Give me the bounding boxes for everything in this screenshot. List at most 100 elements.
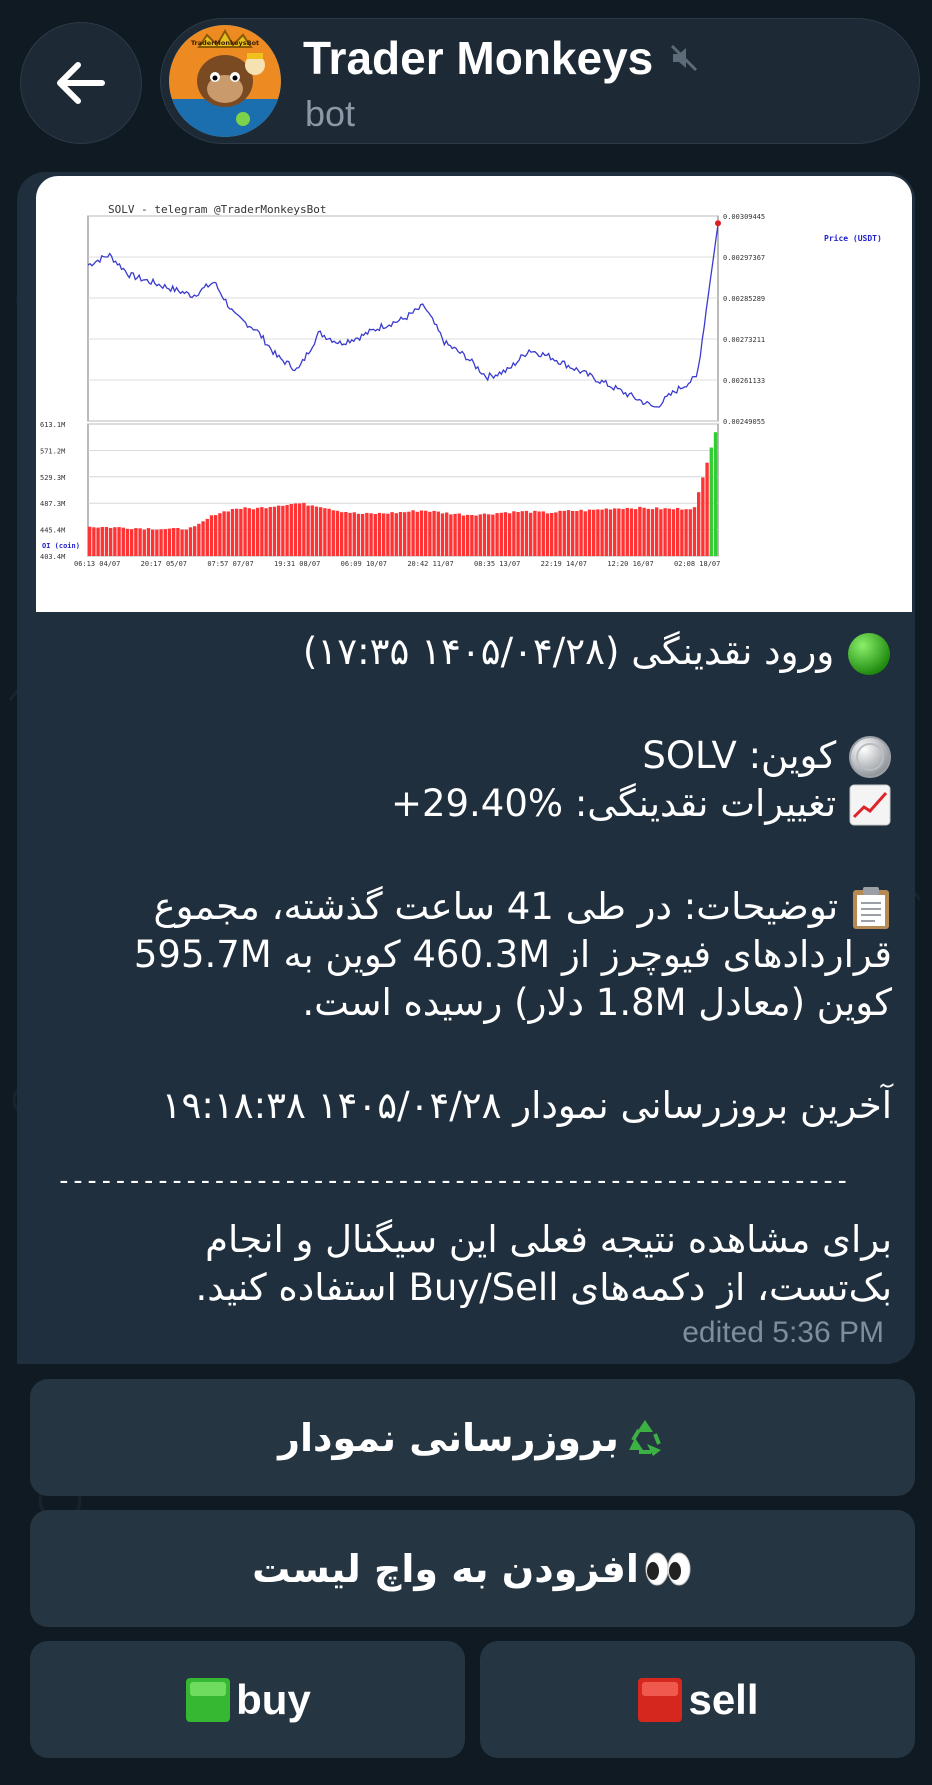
monkey-avatar-image: TraderMonkeysBot	[169, 25, 281, 137]
bot-avatar[interactable]: TraderMonkeysBot	[169, 25, 281, 137]
edited-timestamp: edited 5:36 PM	[682, 1316, 884, 1349]
oi-bar	[117, 527, 121, 556]
sell-label: sell	[688, 1675, 759, 1723]
oi-bar	[613, 508, 617, 556]
oi-bar	[235, 508, 239, 556]
oi-bar	[634, 509, 638, 556]
price-axis-ticks: 0.00309445 0.00297367 0.00285289 0.00273211…	[723, 213, 765, 426]
change-text: تغییرات نقدینگی: %29.40+	[390, 781, 837, 825]
oi-bar	[314, 506, 319, 556]
buy-button[interactable]: buy	[30, 1641, 465, 1758]
recycle-icon	[628, 1419, 661, 1456]
oi-bar	[709, 447, 713, 556]
oi-bar	[583, 511, 587, 556]
oi-bar	[193, 526, 197, 556]
x-tick-label: 20:42 11/07	[407, 560, 453, 568]
chart-image[interactable]: SOLV - telegram @TraderMonkeysBot Price …	[36, 176, 912, 612]
oi-bar	[533, 510, 537, 556]
price-tick-label: 0.00309445	[723, 213, 765, 221]
oi-bar	[369, 513, 373, 556]
price-legend: Price (USDT)	[824, 233, 882, 243]
oi-bar	[587, 509, 592, 556]
oi-bar	[331, 510, 335, 556]
add-to-watchlist-label: افزودن به واچ لیست	[252, 1546, 639, 1591]
x-tick-label: 12:20 16/07	[607, 560, 653, 568]
oi-bar	[344, 512, 348, 556]
oi-bar	[142, 529, 146, 556]
oi-bar	[424, 510, 428, 556]
oi-bar	[272, 506, 277, 556]
oi-bar	[667, 508, 671, 556]
message-text: ورود نقدینگی (۱۴۰۵/۰۴/۲۸ ۱۷:۳۵) کوین: SO…	[52, 628, 892, 1130]
mute-icon	[670, 44, 698, 72]
oi-bar	[537, 511, 541, 556]
oi-bar	[323, 508, 327, 556]
coin-text: کوین: SOLV	[642, 733, 837, 777]
oi-bar	[298, 503, 302, 556]
refresh-chart-button[interactable]: بروزرسانی نمودار	[30, 1379, 915, 1496]
oi-bar	[125, 528, 130, 556]
oi-bar	[604, 508, 608, 556]
liquidity-entry-text: ورود نقدینگی (۱۴۰۵/۰۴/۲۸ ۱۷:۳۵)	[302, 630, 835, 673]
oi-bar	[100, 527, 104, 556]
x-tick-label: 19:31 08/07	[274, 560, 320, 568]
green-circle-icon	[848, 632, 890, 675]
chat-subtitle: bot	[305, 93, 356, 134]
oi-bar	[512, 511, 516, 556]
oi-bar	[659, 509, 663, 556]
oi-bar	[172, 528, 176, 556]
oi-bar	[104, 527, 109, 556]
oi-bar	[268, 507, 272, 556]
oi-bar	[256, 507, 260, 556]
oi-bar	[466, 514, 470, 556]
refresh-chart-label: بروزرسانی نمودار	[278, 1415, 619, 1460]
oi-bar	[650, 509, 655, 556]
oi-bar	[377, 512, 382, 556]
liquidity-entry-line: ورود نقدینگی (۱۴۰۵/۰۴/۲۸ ۱۷:۳۵)	[52, 628, 892, 677]
oi-bar	[293, 503, 298, 556]
oi-bar	[226, 511, 230, 556]
oi-bar	[571, 511, 575, 556]
oi-bar	[167, 528, 172, 556]
sell-button[interactable]: sell	[480, 1641, 915, 1758]
oi-tick-label: 571.2M	[40, 447, 65, 455]
oi-bar	[478, 514, 482, 556]
oi-bar	[176, 528, 180, 556]
eyes-icon	[645, 1552, 691, 1585]
oi-legend: OI (coin)	[42, 542, 80, 550]
oi-bar	[411, 510, 415, 556]
oi-bar	[277, 505, 281, 556]
oi-bar	[499, 512, 503, 556]
oi-bar	[608, 509, 613, 556]
green-square-icon	[186, 1677, 231, 1722]
chart-increasing-icon	[849, 784, 891, 826]
oi-bar	[562, 510, 566, 556]
oi-bar	[230, 509, 235, 556]
oi-tick-label: 613.1M	[40, 421, 65, 429]
x-tick-label: 22:19 14/07	[541, 560, 587, 568]
chat-header[interactable]: TraderMonkeysBot Trader Monkeys bot	[160, 18, 920, 144]
oi-bar	[403, 512, 407, 556]
oi-bar	[676, 507, 680, 556]
oi-bar	[180, 529, 184, 556]
oi-bar	[541, 511, 545, 556]
back-button[interactable]	[20, 22, 142, 144]
oi-bar	[529, 512, 533, 556]
oi-bar	[457, 513, 461, 556]
last-update-line: آخرین بروزرسانی نمودار ۱۴۰۵/۰۴/۲۸ ۱۹:۱۸:…	[161, 1084, 892, 1127]
oi-bar	[394, 513, 398, 556]
price-tick-label: 0.00249055	[723, 418, 765, 426]
oi-bar	[398, 512, 403, 556]
price-tick-label: 0.00273211	[723, 336, 765, 344]
oi-bar	[121, 527, 125, 556]
oi-bar	[524, 510, 529, 556]
oi-bar	[600, 509, 604, 556]
oi-bar	[482, 513, 487, 556]
oi-bar	[558, 510, 562, 556]
chat-title: Trader Monkeys	[303, 32, 654, 84]
red-square-icon	[638, 1677, 683, 1722]
oi-tick-label: 529.3M	[40, 474, 65, 482]
oi-tick-label: 403.4M	[40, 553, 65, 561]
add-to-watchlist-button[interactable]: افزودن به واچ لیست	[30, 1510, 915, 1627]
oi-bar	[495, 513, 499, 556]
